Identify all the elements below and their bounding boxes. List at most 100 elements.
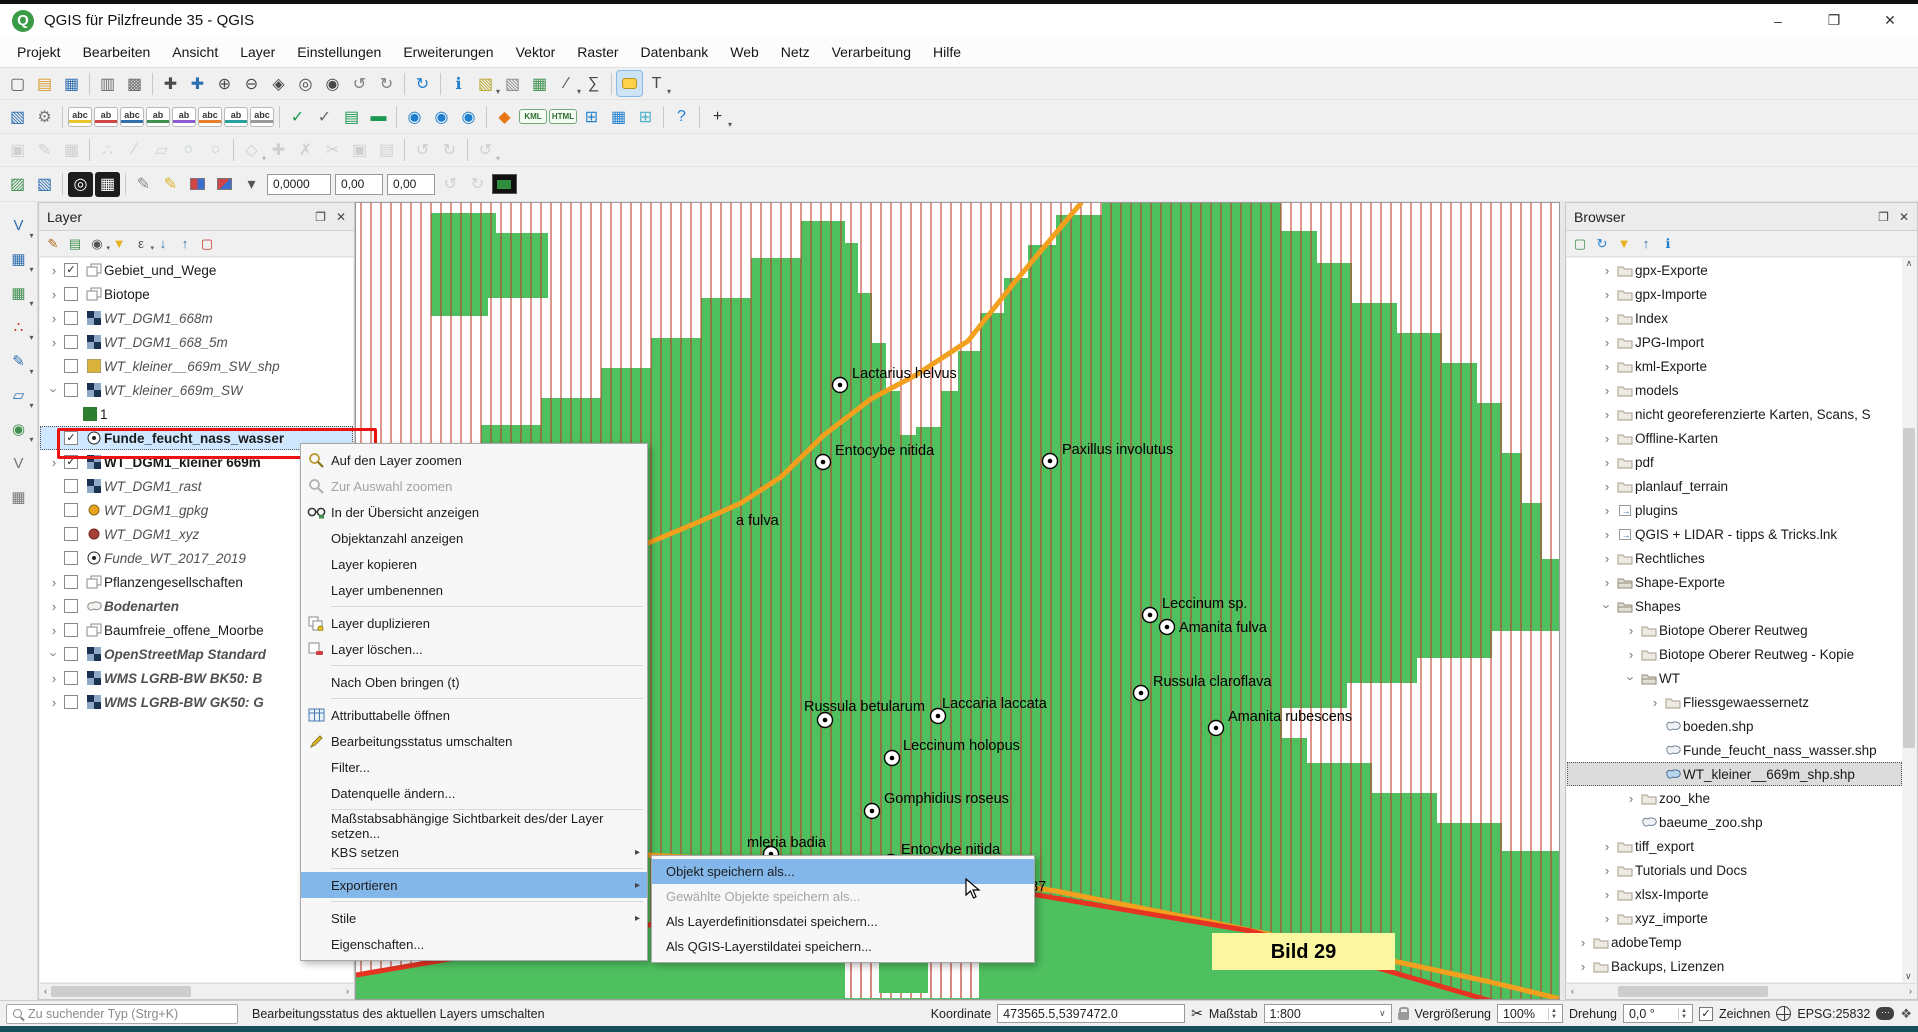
expand-all-icon[interactable]: ↓ <box>153 234 173 254</box>
map-refresh-icon[interactable]: ↻ <box>410 71 435 96</box>
expander-icon[interactable]: › <box>46 575 62 590</box>
layer-checkbox[interactable] <box>64 287 78 301</box>
zoom-last-icon[interactable]: ↺ <box>347 71 372 96</box>
browser-item-wt-kleiner-669m-shp-shp[interactable]: WT_kleiner__669m_shp.shp <box>1567 762 1902 786</box>
label-move-icon[interactable]: ab <box>172 107 196 127</box>
expander-icon[interactable]: › <box>46 695 62 710</box>
web-export-icon[interactable]: ◆ <box>492 104 517 129</box>
browser-panel-close-icon[interactable]: ✕ <box>1899 210 1909 224</box>
menu-item-filter[interactable]: Filter... <box>301 754 647 780</box>
browser-item-plugins[interactable]: ›→plugins <box>1567 498 1902 522</box>
menu-raster[interactable]: Raster <box>566 37 629 67</box>
expander-icon[interactable]: › <box>47 382 62 398</box>
expander-icon[interactable]: › <box>46 335 62 350</box>
browser-item-xlsx-importe[interactable]: ›xlsx-Importe <box>1567 882 1902 906</box>
construction-mode-icon[interactable]: ▧ <box>32 172 57 197</box>
menu-vektor[interactable]: Vektor <box>505 37 567 67</box>
browser-item-backups-lizenzen[interactable]: ›Backups, Lizenzen <box>1567 954 1902 978</box>
layer-checkbox[interactable] <box>64 647 78 661</box>
zoom-to-selection-icon[interactable]: ◎ <box>293 71 318 96</box>
grid-tool-icon[interactable]: ▦ <box>606 104 631 129</box>
browser-item-tiff-export[interactable]: ›tiff_export <box>1567 834 1902 858</box>
browser-item-kml-exporte[interactable]: ›kml-Exporte <box>1567 354 1902 378</box>
scroll-right-icon[interactable]: › <box>342 986 353 996</box>
menu-verarbeitung[interactable]: Verarbeitung <box>821 37 922 67</box>
expander-icon[interactable]: › <box>47 646 62 662</box>
layer-item-1[interactable]: 1 <box>40 402 353 426</box>
expander-icon[interactable]: › <box>46 623 62 638</box>
copy-features-icon[interactable]: ▣ <box>347 138 372 163</box>
menu-item-exportieren[interactable]: Exportieren▸ <box>301 872 647 898</box>
layer-checkbox[interactable] <box>64 551 78 565</box>
layer-item-wt-kleiner-669m-sw[interactable]: ›WT_kleiner_669m_SW <box>40 378 353 402</box>
point-tools-icon[interactable]: ∴ <box>3 310 35 344</box>
menu-datenbank[interactable]: Datenbank <box>630 37 720 67</box>
select-region-icon[interactable]: ▦ <box>95 172 120 197</box>
deselect-features-icon[interactable]: ▧ <box>500 71 525 96</box>
expander-icon[interactable]: › <box>1599 887 1615 902</box>
new-print-layout-icon[interactable]: ▥ <box>95 71 120 96</box>
layer-labeling-icon[interactable]: abc <box>68 107 92 127</box>
identify-features-icon[interactable]: ℹ <box>446 71 471 96</box>
browser-panel-vscrollbar[interactable]: ∧ ∨ <box>1902 258 1916 982</box>
expander-icon[interactable]: › <box>1599 503 1615 518</box>
expander-icon[interactable]: › <box>1599 431 1615 446</box>
expander-icon[interactable]: › <box>1599 527 1615 542</box>
remove-layer-icon[interactable]: ▢ <box>197 234 217 254</box>
project-new-icon[interactable]: ▢ <box>5 71 30 96</box>
scroll-up-icon[interactable]: ∧ <box>1906 258 1913 268</box>
scroll-thumb[interactable] <box>51 986 191 997</box>
menu-item-attributtabelle-ffnen[interactable]: Attributtabelle öffnen <box>301 702 647 728</box>
table-join-icon[interactable]: ⊞ <box>579 104 604 129</box>
pan-to-selection-icon[interactable]: ✚ <box>185 71 210 96</box>
expander-icon[interactable]: › <box>1599 575 1615 590</box>
menu-bearbeiten[interactable]: Bearbeiten <box>72 37 162 67</box>
expander-icon[interactable]: › <box>1599 863 1615 878</box>
scroll-left-icon[interactable]: ‹ <box>40 986 51 996</box>
current-edits-icon[interactable]: ▣ <box>5 138 30 163</box>
menu-item-layer-kopieren[interactable]: Layer kopieren <box>301 551 647 577</box>
annotation-pencil-icon[interactable]: ✎ <box>158 172 183 197</box>
color-picker-icon[interactable]: ✎ <box>131 172 156 197</box>
layer-checkbox[interactable] <box>64 695 78 709</box>
tool-dropdown-icon[interactable]: ▾ <box>239 172 264 197</box>
filter-legend-icon[interactable]: ▼ <box>109 234 129 254</box>
digitize-line-icon[interactable]: ∕ <box>122 138 147 163</box>
collapse-all-icon[interactable]: ↑ <box>175 234 195 254</box>
zoom-to-layer-icon[interactable]: ◉ <box>320 71 345 96</box>
coordinate-input[interactable]: 473565.5,5397472.0 <box>997 1004 1185 1023</box>
expander-icon[interactable]: › <box>1599 479 1615 494</box>
cad-dock-icon[interactable]: ▨ <box>5 172 30 197</box>
menu-item-layer-umbenennen[interactable]: Layer umbenennen <box>301 577 647 603</box>
mouse-position-icon[interactable]: ✂ <box>1191 1005 1203 1022</box>
expander-icon[interactable]: › <box>46 263 62 278</box>
layout-manager-icon[interactable]: ▩ <box>122 71 147 96</box>
menu-item-ma-stabsabh-ngige-sichtbarkeit-des-der-layer-setzen[interactable]: Maßstabsabhängige Sichtbarkeit des/der L… <box>301 813 647 839</box>
expander-icon[interactable]: › <box>1647 695 1663 710</box>
label-rotate-icon[interactable]: abc <box>198 107 222 127</box>
browser-panel-hscrollbar[interactable]: ‹ › <box>1567 983 1916 998</box>
zoom-next-icon[interactable]: ↻ <box>374 71 399 96</box>
browser-item-models[interactable]: ›models <box>1567 378 1902 402</box>
menu-item-layer-l-schen[interactable]: Layer löschen... <box>301 636 647 662</box>
coord3-input[interactable]: 0,00 <box>387 174 435 195</box>
save-edits-icon[interactable]: ▦ <box>59 138 84 163</box>
menu-item-layer-duplizieren[interactable]: Layer duplizieren <box>301 610 647 636</box>
properties-browser-icon[interactable]: ℹ <box>1658 234 1678 254</box>
layer-checkbox[interactable] <box>64 575 78 589</box>
mesh-tool-icon[interactable]: ⊞ <box>633 104 658 129</box>
expander-icon[interactable]: › <box>1599 911 1615 926</box>
menu-layer[interactable]: Layer <box>229 37 286 67</box>
check-tools-icon[interactable]: V <box>3 446 35 480</box>
expander-icon[interactable]: › <box>1599 359 1615 374</box>
zoom-full-icon[interactable]: ◈ <box>266 71 291 96</box>
help-icon[interactable]: ? <box>669 104 694 129</box>
expander-icon[interactable]: › <box>1599 383 1615 398</box>
layer-checkbox[interactable] <box>64 671 78 685</box>
crs-label[interactable]: EPSG:25832 <box>1797 1007 1870 1021</box>
zoom-in-icon[interactable]: ⊕ <box>212 71 237 96</box>
kml-export-icon[interactable]: KML <box>519 109 547 124</box>
expander-icon[interactable]: › <box>1623 647 1639 662</box>
processing-toolbox-icon[interactable]: ⚙ <box>32 104 57 129</box>
diagram-options-icon[interactable]: abc <box>250 107 274 127</box>
